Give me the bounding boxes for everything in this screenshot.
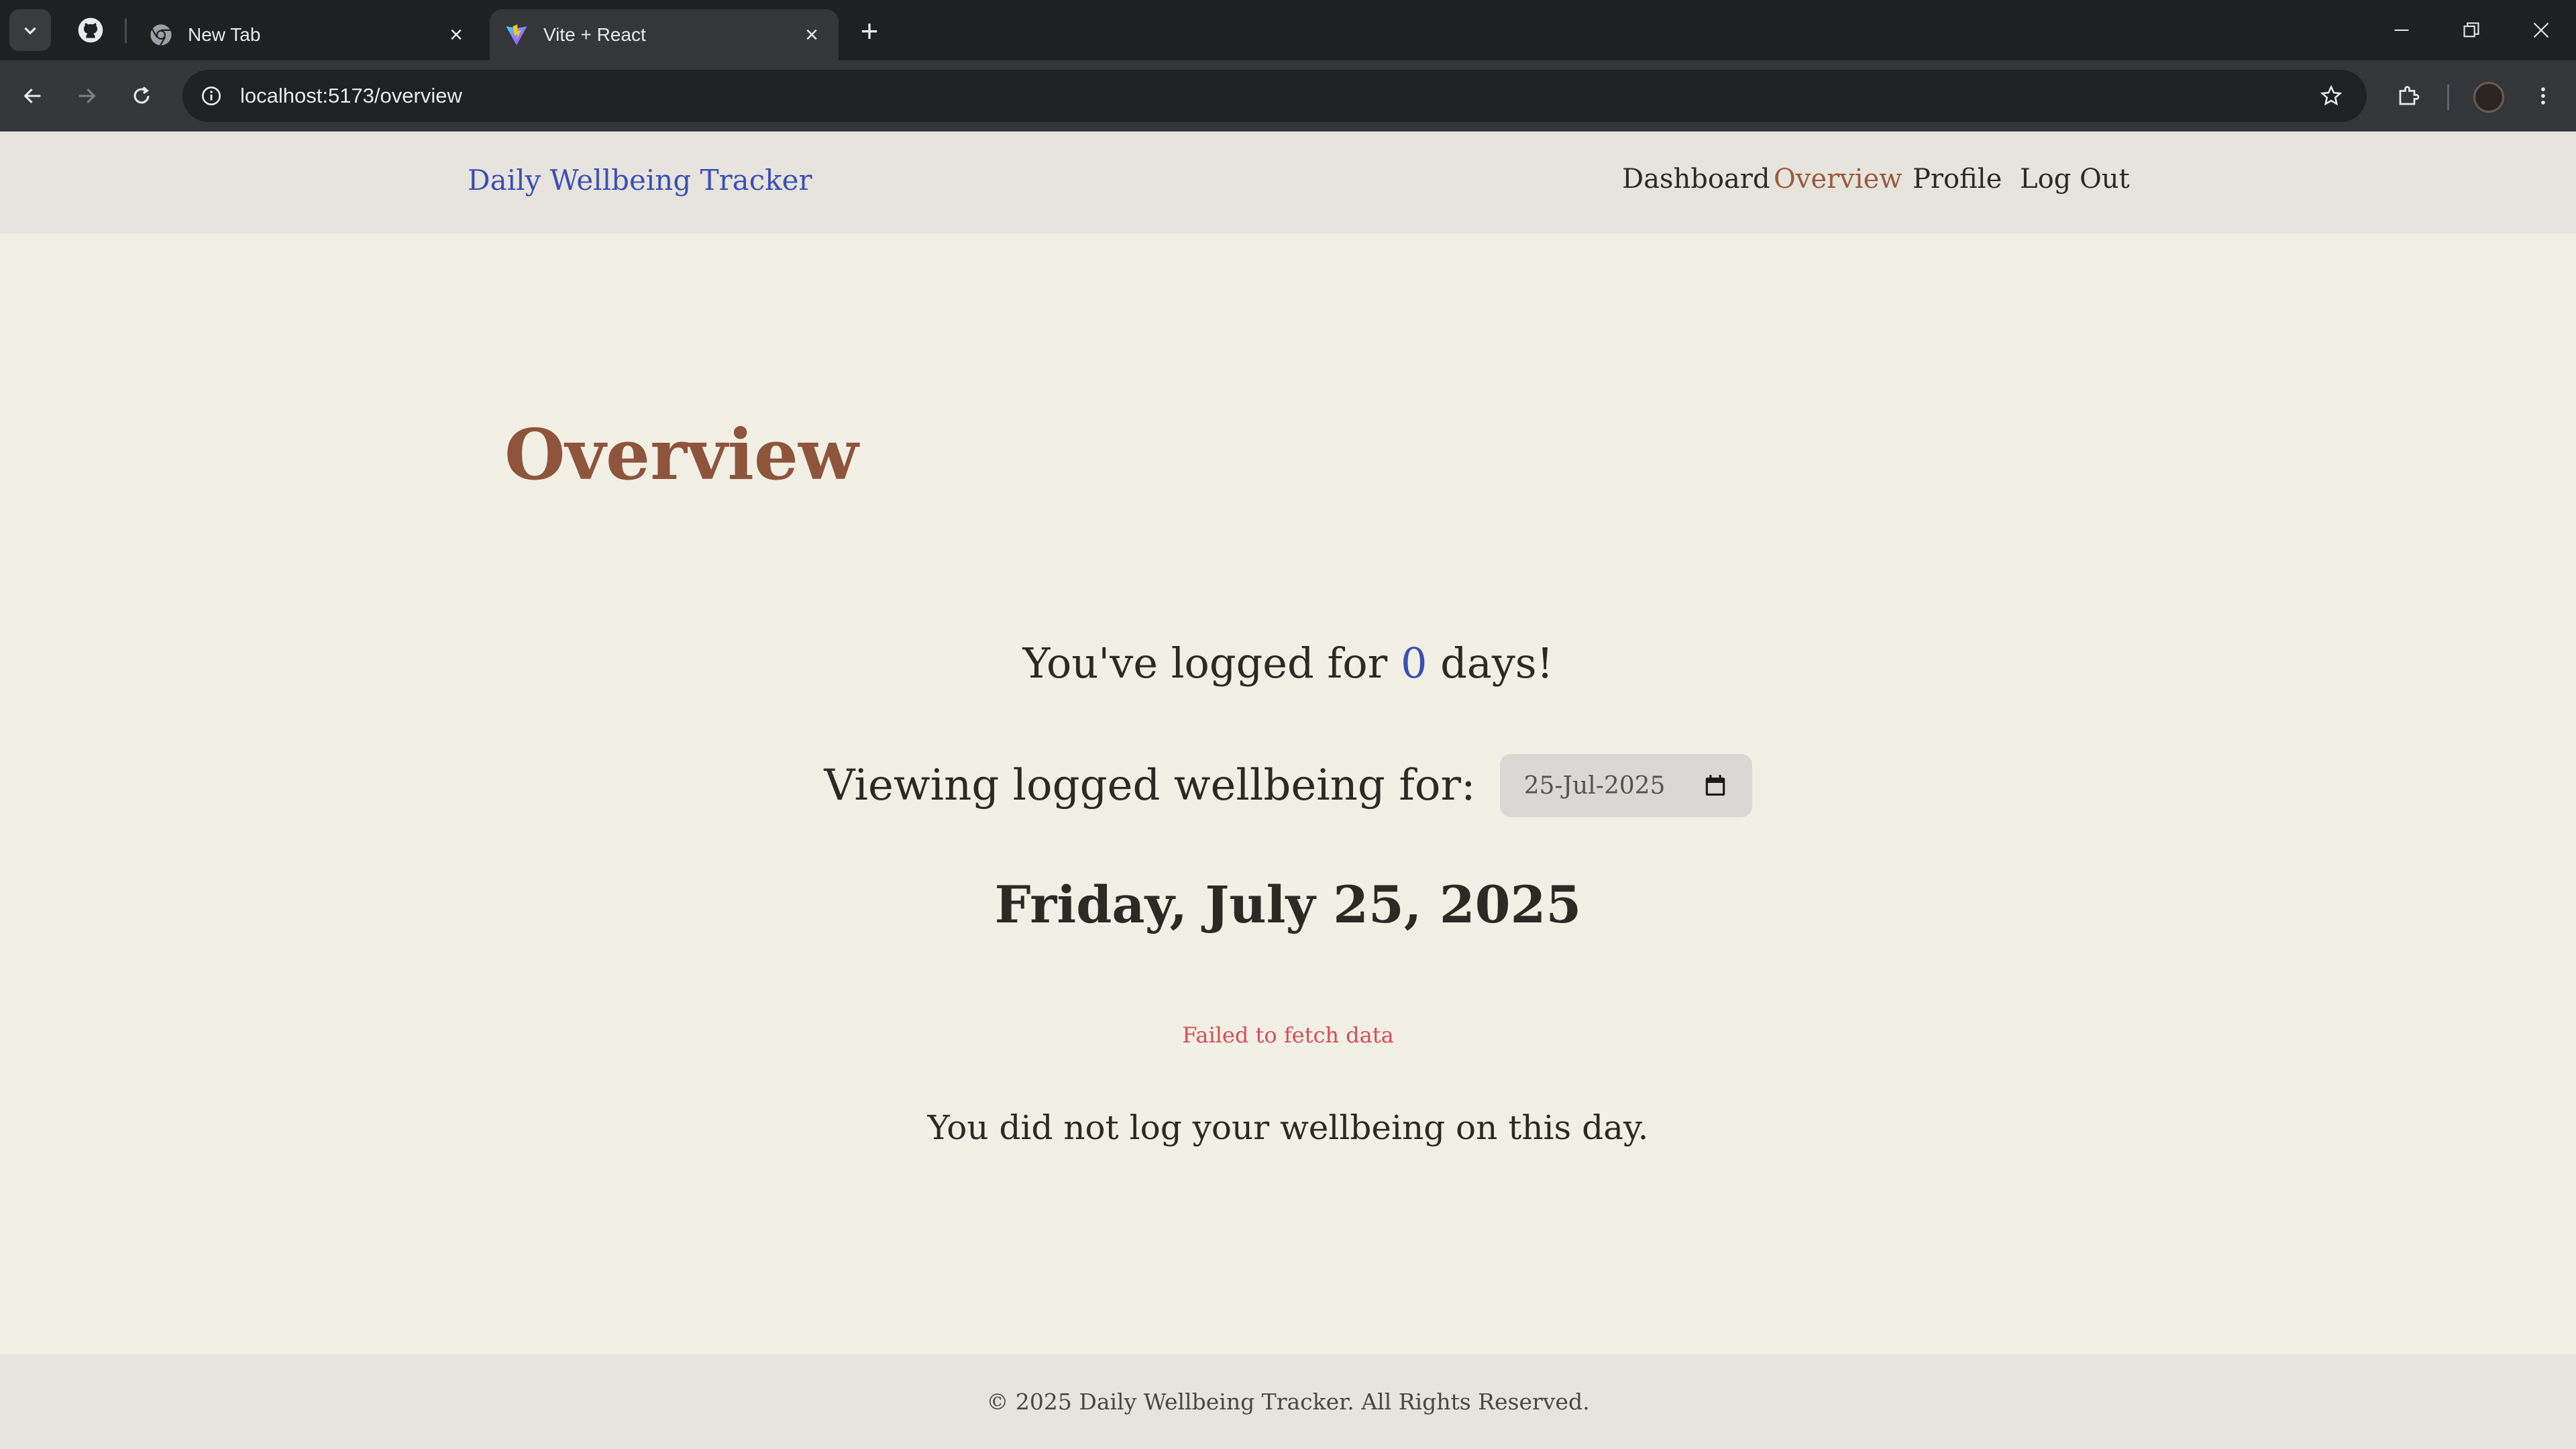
site-info-icon[interactable]	[188, 72, 235, 119]
calendar-icon[interactable]	[1701, 771, 1729, 800]
arrow-left-icon	[23, 88, 41, 104]
nav-overview[interactable]: Overview	[1774, 164, 1902, 195]
puzzle-icon	[2399, 86, 2420, 105]
close-icon[interactable]: ×	[800, 22, 824, 48]
browser-menu-button[interactable]	[2521, 74, 2565, 118]
reload-icon	[133, 87, 150, 104]
minimize-button[interactable]	[2375, 9, 2428, 51]
address-bar[interactable]: localhost:5173/overview	[182, 70, 2367, 122]
extensions-button[interactable]	[2386, 74, 2430, 118]
back-button[interactable]	[11, 74, 55, 118]
tab-new-tab[interactable]: New Tab ×	[134, 9, 483, 60]
page-title: Overview	[504, 413, 859, 496]
browser-toolbar: localhost:5173/overview	[0, 60, 2576, 131]
tab-separator	[125, 19, 127, 43]
nav-dashboard[interactable]: Dashboard	[1622, 164, 1770, 195]
date-input[interactable]: 25-Jul-2025	[1499, 754, 1752, 817]
arrow-right-icon	[78, 88, 96, 104]
footer-copyright: © 2025 Daily Wellbeing Tracker. All Righ…	[986, 1388, 1590, 1415]
reload-button[interactable]	[119, 74, 164, 118]
selected-day-heading: Friday, July 25, 2025	[994, 875, 1582, 934]
no-log-message: You did not log your wellbeing on this d…	[927, 1108, 1649, 1147]
page: Daily Wellbeing Tracker Dashboard Overvi…	[0, 131, 2576, 1449]
vite-icon	[504, 23, 529, 47]
forward-button[interactable]	[64, 74, 109, 118]
browser-tab-bar: New Tab × Vite + React × +	[0, 0, 2576, 60]
restore-button[interactable]	[2445, 9, 2498, 51]
error-message: Failed to fetch data	[1182, 1022, 1394, 1048]
minimize-icon	[2394, 29, 2409, 32]
close-icon	[2533, 22, 2549, 38]
url-text: localhost:5173/overview	[240, 84, 462, 107]
bookmark-star-icon[interactable]	[2312, 76, 2351, 115]
logged-days-prefix: You've logged for	[1022, 639, 1401, 688]
brand-link[interactable]: Daily Wellbeing Tracker	[468, 164, 812, 197]
new-tab-button[interactable]: +	[852, 13, 887, 48]
logged-days-summary: You've logged for 0 days!	[0, 639, 2576, 688]
tab-vite-react[interactable]: Vite + React ×	[490, 9, 839, 60]
github-icon	[78, 17, 103, 43]
tab-search-button[interactable]	[9, 9, 51, 51]
kebab-menu-icon	[2541, 87, 2545, 105]
chrome-icon	[149, 23, 173, 47]
date-selector-label: Viewing logged wellbeing for:	[824, 761, 1476, 810]
chevron-down-icon	[24, 27, 36, 35]
site-footer: © 2025 Daily Wellbeing Tracker. All Righ…	[0, 1354, 2576, 1449]
tab-title: Vite + React	[543, 24, 646, 45]
date-selector-row: Viewing logged wellbeing for: 25-Jul-202…	[0, 754, 2576, 817]
logged-days-count: 0	[1400, 639, 1428, 688]
close-icon[interactable]: ×	[444, 22, 468, 48]
toolbar-separator	[2447, 85, 2449, 110]
window-close-button[interactable]	[2514, 9, 2568, 51]
logged-days-suffix: days!	[1427, 639, 1554, 688]
site-header: Daily Wellbeing Tracker Dashboard Overvi…	[0, 131, 2576, 233]
date-input-value: 25-Jul-2025	[1523, 771, 1666, 800]
tab-title: New Tab	[188, 24, 261, 45]
nav-logout[interactable]: Log Out	[2020, 164, 2130, 195]
nav-profile[interactable]: Profile	[1913, 164, 2002, 195]
restore-icon	[2463, 22, 2479, 38]
profile-avatar[interactable]	[2473, 82, 2504, 113]
pinned-tab-github[interactable]	[70, 9, 111, 51]
